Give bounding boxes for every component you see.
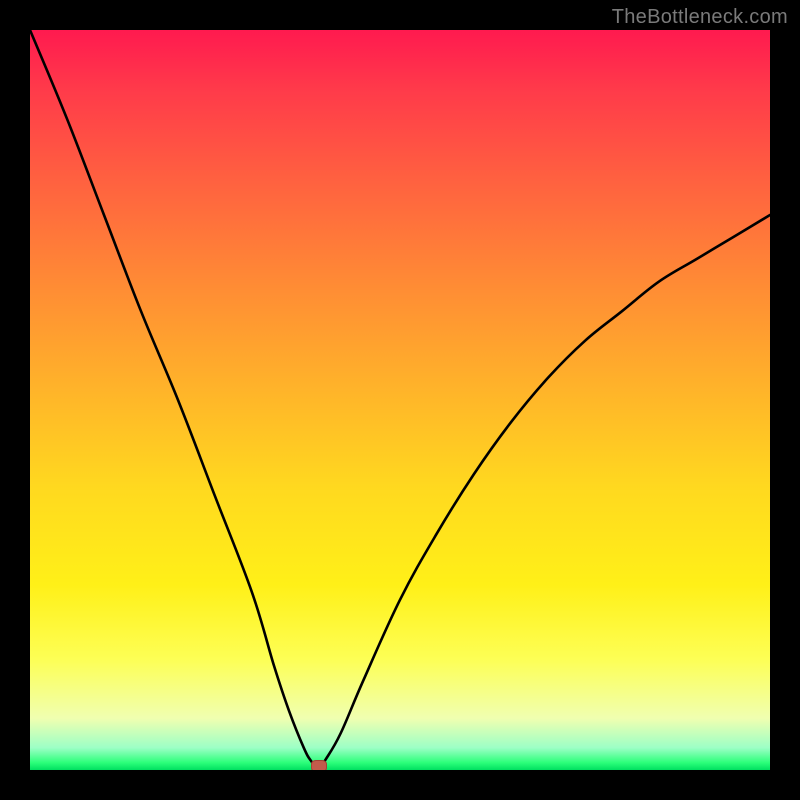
curve-svg xyxy=(30,30,770,770)
watermark-text: TheBottleneck.com xyxy=(612,6,788,29)
bottleneck-curve xyxy=(30,30,770,768)
chart-frame: TheBottleneck.com xyxy=(0,0,800,800)
plot-area xyxy=(30,30,770,770)
optimal-point-marker xyxy=(311,760,327,770)
